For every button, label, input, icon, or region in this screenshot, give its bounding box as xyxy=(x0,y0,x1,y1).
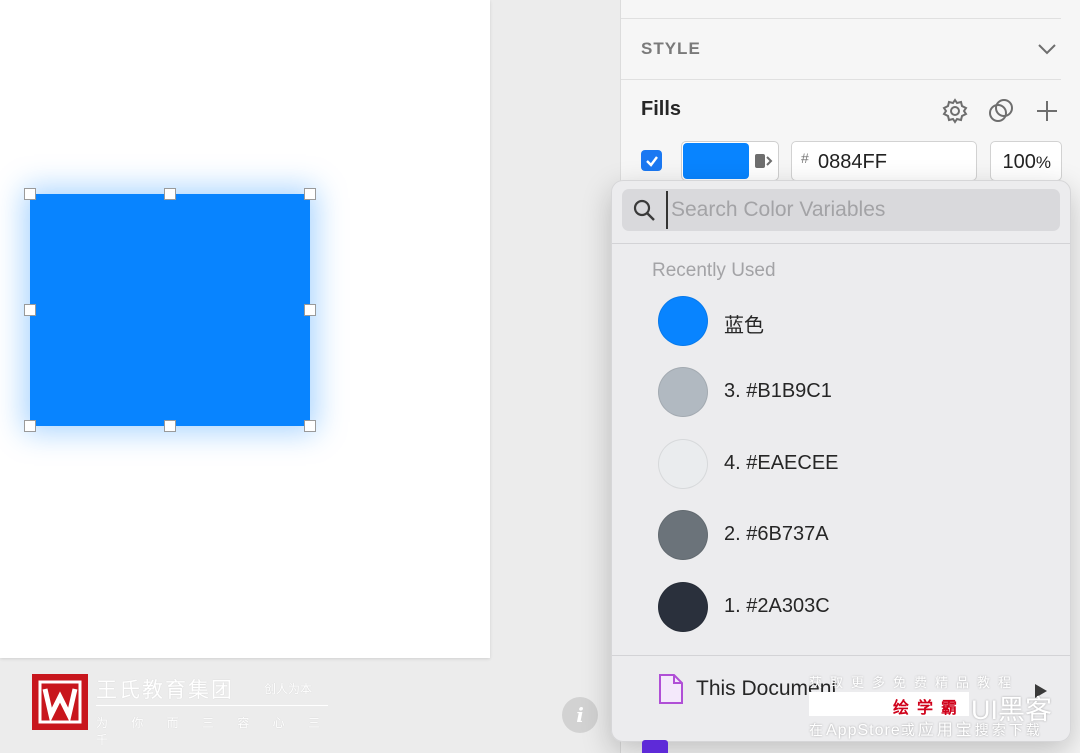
resize-handle-bottom-left[interactable] xyxy=(24,420,36,432)
resize-handle-top-left[interactable] xyxy=(24,188,36,200)
color-variable-label: 1. #2A303C xyxy=(724,595,830,617)
color-swatch xyxy=(658,367,708,417)
opacity-field[interactable]: 100% xyxy=(990,141,1062,181)
resize-handle-right[interactable] xyxy=(304,304,316,316)
brand-divider xyxy=(96,705,328,706)
hex-value: 0884FF xyxy=(818,151,887,173)
opacity-value: 100% xyxy=(1003,151,1052,174)
divider xyxy=(612,655,1070,656)
color-variable-item[interactable]: 2. #6B737A xyxy=(648,505,1048,565)
color-swatch xyxy=(658,510,708,560)
selected-rectangle-layer[interactable] xyxy=(30,194,310,426)
color-variable-item[interactable]: 蓝色 xyxy=(648,291,1048,351)
color-swatch xyxy=(658,296,708,346)
info-button[interactable]: i xyxy=(562,697,598,733)
watermark-text: 在 xyxy=(809,722,826,738)
tutorial-watermark: 获取更多免费精品教程 绘学霸 UI黑客 在AppStore或应用宝搜索下载 xyxy=(805,668,1080,753)
divider xyxy=(621,18,1061,19)
fills-title: Fills xyxy=(641,98,682,120)
search-color-variables-input[interactable] xyxy=(666,191,1046,229)
brand-name: 王氏教育集团 xyxy=(96,679,234,702)
blend-mode-icon[interactable] xyxy=(987,97,1015,125)
color-variable-label: 4. #EAECEE xyxy=(724,452,839,474)
fill-type-icon xyxy=(755,154,773,168)
fill-enabled-checkbox[interactable] xyxy=(641,150,662,171)
resize-handle-top-right[interactable] xyxy=(304,188,316,200)
chevron-down-icon[interactable] xyxy=(1035,38,1059,60)
watermark-text: 应用宝 xyxy=(917,722,975,739)
search-icon xyxy=(633,199,655,221)
brand-logo xyxy=(32,674,88,730)
add-icon[interactable] xyxy=(1033,97,1061,125)
gear-icon[interactable] xyxy=(941,97,969,125)
color-swatch xyxy=(658,582,708,632)
color-variable-item[interactable]: 4. #EAECEE xyxy=(648,434,1048,494)
color-variables-popover: Recently Used 蓝色 3. #B1B9C1 4. #EAECEE 2… xyxy=(611,180,1071,742)
color-variable-item[interactable]: 1. #2A303C xyxy=(648,577,1048,637)
artboard[interactable] xyxy=(0,0,490,658)
fill-color-well[interactable] xyxy=(681,141,779,181)
checkmark-icon xyxy=(645,155,658,167)
color-variable-label: 蓝色 xyxy=(724,315,764,337)
partial-color-swatch xyxy=(642,740,668,753)
watermark-bottom-text: 在AppStore或应用宝搜索下载 xyxy=(809,716,1043,740)
divider xyxy=(612,243,1070,244)
brand-tagline: 创人为本 xyxy=(264,682,313,696)
brand-subtitle: 为 你 而 三 容 心 三 千 xyxy=(96,716,331,747)
divider xyxy=(621,79,1061,80)
hex-prefix: # xyxy=(801,150,809,166)
style-section-title: STYLE xyxy=(641,39,701,58)
resize-handle-bottom[interactable] xyxy=(164,420,176,432)
resize-handle-left[interactable] xyxy=(24,304,36,316)
resize-handle-bottom-right[interactable] xyxy=(304,420,316,432)
canvas-area[interactable]: 王氏教育集团 创人为本 为 你 而 三 容 心 三 千 i xyxy=(0,0,598,753)
hex-color-field[interactable]: # 0884FF xyxy=(791,141,977,181)
color-variable-item[interactable]: 3. #B1B9C1 xyxy=(648,362,1048,422)
color-variable-label: 3. #B1B9C1 xyxy=(724,380,832,402)
resize-handle-top[interactable] xyxy=(164,188,176,200)
brand-logo-icon xyxy=(38,680,82,724)
fill-color-swatch xyxy=(683,143,749,179)
document-icon xyxy=(659,674,683,704)
opacity-unit: % xyxy=(1035,153,1051,172)
watermark-text: AppStore xyxy=(826,722,901,739)
watermark-text: 或 xyxy=(900,722,918,738)
opacity-number: 100 xyxy=(1002,151,1036,173)
color-variable-label: 2. #6B737A xyxy=(724,523,829,545)
info-icon: i xyxy=(576,703,584,727)
color-search-box[interactable] xyxy=(622,189,1060,231)
watermark-text: 搜索下载 xyxy=(974,722,1043,738)
recently-used-title: Recently Used xyxy=(652,260,776,281)
brand-watermark: 王氏教育集团 创人为本 为 你 而 三 容 心 三 千 xyxy=(32,674,352,747)
watermark-red-text: 绘学霸 xyxy=(893,700,966,717)
color-swatch xyxy=(658,439,708,489)
